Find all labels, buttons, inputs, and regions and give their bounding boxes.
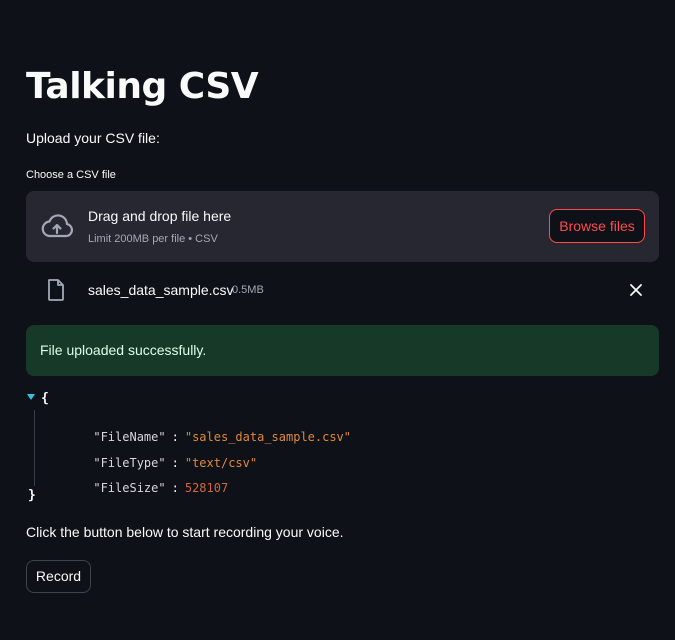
collapse-caret-icon[interactable] [27, 394, 35, 400]
file-uploader-label: Choose a CSV file [26, 169, 116, 181]
browse-files-button[interactable]: Browse files [549, 209, 645, 243]
dropzone-limit-text: Limit 200MB per file • CSV [88, 233, 218, 245]
json-value: 528107 [184, 481, 229, 495]
json-key: "FileSize" [93, 481, 166, 495]
upload-intro-text: Upload your CSV file: [26, 130, 160, 146]
close-icon[interactable] [629, 283, 643, 297]
cloud-upload-icon [41, 214, 73, 238]
json-open-brace: { [41, 391, 49, 406]
page-title: Talking CSV [26, 66, 259, 107]
uploaded-file-row: sales_data_sample.csv 0.5MB [26, 272, 659, 308]
success-alert: File uploaded successfully. [26, 325, 659, 376]
uploaded-file-name: sales_data_sample.csv [88, 282, 234, 298]
recording-hint-text: Click the button below to start recordin… [26, 524, 344, 540]
app-page: Talking CSV Upload your CSV file: Choose… [0, 0, 675, 640]
uploaded-file-size: 0.5MB [232, 284, 264, 296]
success-message: File uploaded successfully. [40, 342, 207, 358]
dropzone-title: Drag and drop file here [88, 208, 232, 224]
json-entry-filesize: "FileSize":528107 [50, 467, 228, 509]
json-indent-guide [34, 410, 35, 486]
file-icon [48, 279, 64, 301]
json-colon: : [171, 481, 179, 495]
record-button[interactable]: Record [26, 560, 91, 593]
json-close-brace: } [28, 488, 36, 503]
file-dropzone[interactable]: Drag and drop file here Limit 200MB per … [26, 191, 659, 262]
json-viewer: { "FileName": "sales_data_sample.csv" "Fi… [26, 388, 659, 508]
